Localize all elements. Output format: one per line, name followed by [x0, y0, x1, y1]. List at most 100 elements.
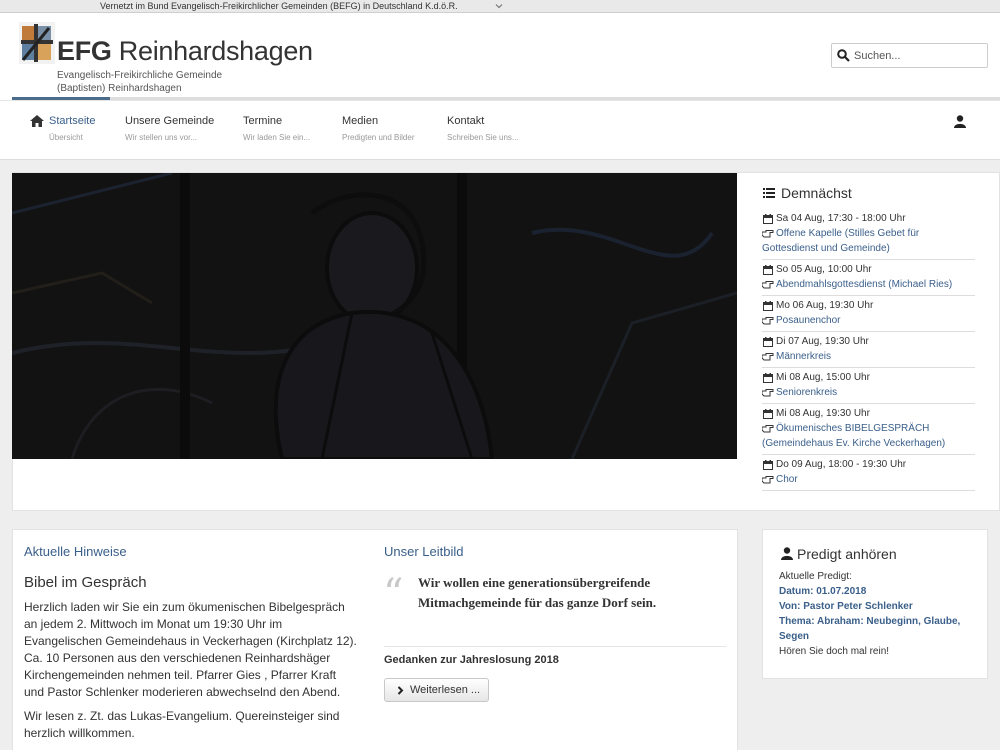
event-title[interactable]: Seniorenkreis [776, 387, 837, 398]
upcoming-title: Demnächst [781, 185, 852, 201]
event-title-row[interactable]: Posaunenchor [762, 313, 975, 328]
search-box[interactable] [831, 43, 988, 68]
nav-label: Termine [243, 115, 283, 127]
event-item[interactable]: Mi 08 Aug, 19:30 Uhr Ökumenisches BIBELG… [762, 406, 975, 455]
calendar-icon [763, 409, 773, 419]
event-date: Di 07 Aug, 19:30 Uhr [776, 336, 869, 347]
nav-sub: Wir stellen uns vor... [125, 133, 198, 142]
pointing-hand-icon [762, 317, 774, 325]
user-login-icon[interactable] [954, 115, 966, 128]
event-item[interactable]: Sa 04 Aug, 17:30 - 18:00 Uhr Offene Kape… [762, 211, 975, 260]
event-title-row[interactable]: Offene Kapelle (Stilles Gebet für Gottes… [762, 226, 975, 256]
article-title[interactable]: Gedanken zur Jahreslosung 2018 [384, 653, 559, 667]
list-icon [763, 188, 775, 198]
nav-label: Startseite [49, 115, 96, 127]
stained-glass-image [12, 173, 737, 459]
notice-paragraph-1: Herzlich laden wir Sie ein zum ökumenisc… [24, 600, 357, 699]
event-item[interactable]: Mo 06 Aug, 19:30 Uhr Posaunenchor [762, 298, 975, 332]
site-subtitle-line1: Evangelisch-Freikirchliche Gemeinde [57, 70, 223, 81]
notice-heading[interactable]: Bibel im Gespräch [24, 574, 147, 592]
site-subtitle: Evangelisch-Freikirchliche Gemeinde (Bap… [57, 69, 222, 95]
event-title-row[interactable]: Abendmahlsgottesdienst (Michael Ries) [762, 277, 975, 292]
event-date-row: Di 07 Aug, 19:30 Uhr [762, 334, 975, 349]
network-text: Vernetzt im Bund Evangelisch-Freikirchli… [100, 1, 458, 11]
nav-sub: Predigten und Bilder [342, 133, 415, 142]
calendar-icon [763, 265, 773, 275]
event-date: Do 09 Aug, 18:00 - 19:30 Uhr [776, 459, 907, 470]
main-nav: Startseite Übersicht Unsere Gemeinde Wir… [0, 100, 1000, 160]
notices-section-title: Aktuelle Hinweise [24, 544, 127, 559]
calendar-icon [763, 214, 773, 224]
top-network-bar: Vernetzt im Bund Evangelisch-Freikirchli… [0, 0, 1000, 13]
event-date-row: Mo 06 Aug, 19:30 Uhr [762, 298, 975, 313]
event-title[interactable]: Männerkreis [776, 351, 831, 362]
event-title[interactable]: Posaunenchor [776, 315, 841, 326]
event-item[interactable]: Do 09 Aug, 18:00 - 19:30 Uhr Chor [762, 457, 975, 491]
search-icon [837, 49, 850, 62]
site-header: EFG Reinhardshagen Evangelisch-Freikirch… [0, 13, 1000, 100]
event-title[interactable]: Offene Kapelle (Stilles Gebet für Gottes… [762, 228, 919, 254]
event-date: Mi 08 Aug, 19:30 Uhr [776, 408, 870, 419]
event-title-row[interactable]: Chor [762, 472, 975, 487]
notice-paragraph-2: Wir lesen z. Zt. das Lukas-Evangelium. Q… [24, 709, 340, 740]
event-title-row[interactable]: Seniorenkreis [762, 385, 975, 400]
logo-image[interactable] [19, 22, 55, 64]
user-icon [781, 547, 793, 560]
nav-sub: Wir laden Sie ein... [243, 133, 311, 142]
sermon-date[interactable]: Datum: 01.07.2018 [779, 584, 866, 599]
event-item[interactable]: So 05 Aug, 10:00 Uhr Abendmahlsgottesdie… [762, 262, 975, 296]
divider [384, 646, 726, 647]
site-title[interactable]: EFG Reinhardshagen [57, 35, 313, 67]
site-subtitle-line2: (Baptisten) Reinhardshagen [57, 83, 182, 94]
calendar-icon [763, 373, 773, 383]
pointing-hand-icon [762, 353, 774, 361]
leitbild-quote: Wir wollen eine generationsübergreifende… [418, 575, 657, 610]
quote-mark: “ [383, 571, 404, 617]
pointing-hand-icon [762, 476, 774, 484]
nav-label: Unsere Gemeinde [125, 115, 215, 127]
nav-label: Medien [342, 115, 379, 127]
read-more-button[interactable]: Weiterlesen ... [384, 678, 489, 702]
nav-label: Kontakt [447, 115, 485, 127]
pointing-hand-icon [762, 281, 774, 289]
pointing-hand-icon [762, 230, 774, 238]
nav-item-unsere-gemeinde[interactable]: Unsere Gemeinde Wir stellen uns vor... [125, 114, 214, 144]
nav-item-medien[interactable]: Medien Predigten und Bilder [342, 114, 415, 144]
leitbild-section-title: Unser Leitbild [384, 544, 464, 559]
nav-item-termine[interactable]: Termine Wir laden Sie ein... [243, 114, 310, 144]
sermon-speaker[interactable]: Von: Pastor Peter Schlenker [779, 599, 913, 614]
pointing-hand-icon [762, 389, 774, 397]
event-item[interactable]: Mi 08 Aug, 15:00 Uhr Seniorenkreis [762, 370, 975, 404]
hero-slideshow-image[interactable] [12, 173, 737, 459]
chevron-right-icon [397, 686, 404, 695]
calendar-icon [763, 460, 773, 470]
event-date: Mo 06 Aug, 19:30 Uhr [776, 300, 874, 311]
nav-sub: Übersicht [49, 133, 83, 142]
event-date: Mi 08 Aug, 15:00 Uhr [776, 372, 870, 383]
event-title[interactable]: Abendmahlsgottesdienst (Michael Ries) [776, 279, 952, 290]
sermon-topic-line1[interactable]: Thema: Abraham: Neubeginn, Glaube, [779, 614, 960, 629]
search-input[interactable] [854, 47, 984, 65]
nav-item-startseite[interactable]: Startseite Übersicht [49, 114, 95, 144]
event-date: So 05 Aug, 10:00 Uhr [776, 264, 872, 275]
nav-sub: Schreiben Sie uns... [447, 133, 519, 142]
event-title[interactable]: Chor [776, 474, 798, 485]
event-item[interactable]: Di 07 Aug, 19:30 Uhr Männerkreis [762, 334, 975, 368]
event-date-row: Do 09 Aug, 18:00 - 19:30 Uhr [762, 457, 975, 472]
sermon-label: Aktuelle Predigt: [779, 571, 852, 582]
sermon-topic-line2[interactable]: Segen [779, 629, 809, 644]
event-title[interactable]: Ökumenisches BIBELGESPRÄCH (Gemeindehaus… [762, 423, 945, 449]
nav-item-kontakt[interactable]: Kontakt Schreiben Sie uns... [447, 114, 519, 144]
chevron-down-icon[interactable] [495, 2, 503, 10]
pointing-hand-icon [762, 425, 774, 433]
event-date-row: Sa 04 Aug, 17:30 - 18:00 Uhr [762, 211, 975, 226]
calendar-icon [763, 337, 773, 347]
sermon-cta: Hören Sie doch mal rein! [779, 646, 890, 657]
event-title-row[interactable]: Männerkreis [762, 349, 975, 364]
event-date-row: So 05 Aug, 10:00 Uhr [762, 262, 975, 277]
sermon-title: Predigt anhören [797, 546, 897, 562]
event-title-row[interactable]: Ökumenisches BIBELGESPRÄCH (Gemeindehaus… [762, 421, 975, 451]
event-date-row: Mi 08 Aug, 15:00 Uhr [762, 370, 975, 385]
home-icon[interactable] [30, 115, 44, 127]
calendar-icon [763, 301, 773, 311]
